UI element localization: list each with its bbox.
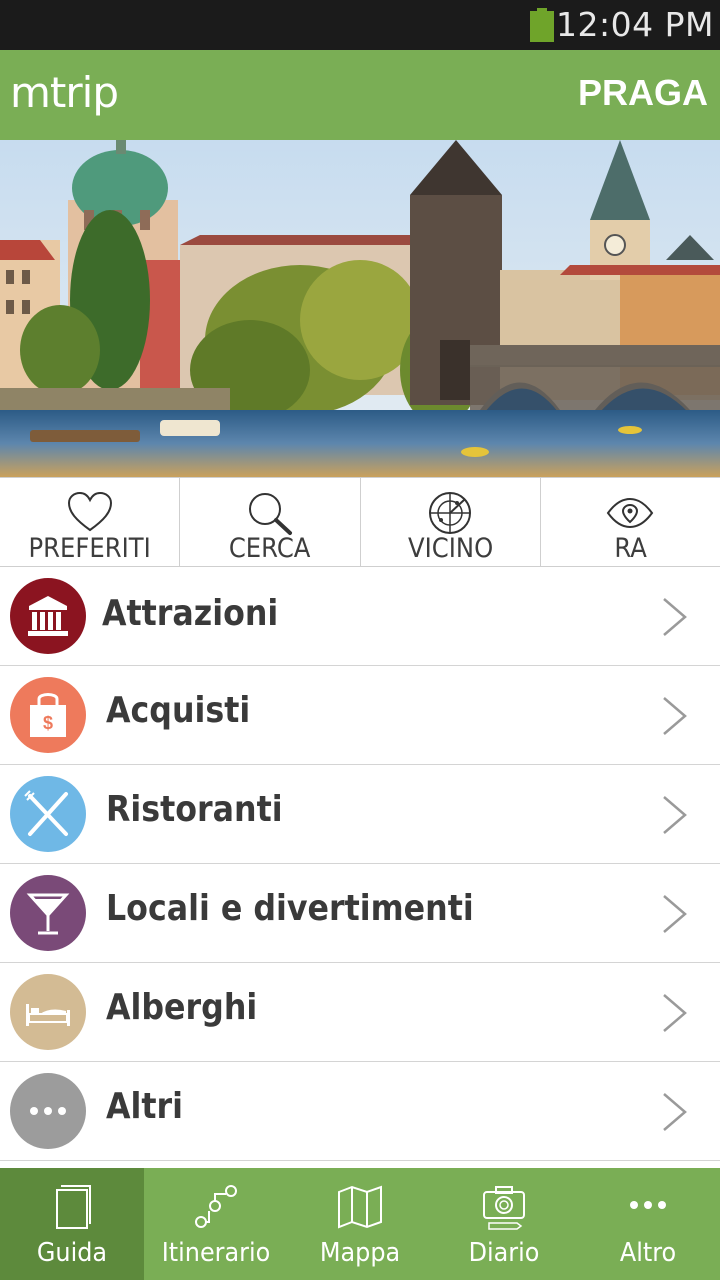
- status-bar: 12:04 PM: [0, 0, 720, 50]
- category-list: Attrazioni $ Acquisti Ristoranti Locali …: [0, 567, 720, 1161]
- favorites-button[interactable]: PREFERITI: [0, 478, 181, 566]
- search-button[interactable]: CERCA: [180, 478, 361, 566]
- chevron-right-icon: [663, 697, 687, 735]
- bottom-tab-bar: Guida Itinerario Mappa Diario Altro: [0, 1168, 720, 1280]
- app-logo: mtrip: [10, 68, 119, 117]
- category-icon-bg: [10, 875, 86, 951]
- svg-text:$: $: [43, 713, 53, 733]
- tab-label: Altro: [619, 1238, 677, 1268]
- category-label: Attrazioni: [102, 593, 279, 634]
- tab-altro[interactable]: Altro: [576, 1168, 720, 1280]
- shopping-bag-icon: $: [30, 693, 66, 737]
- chevron-right-icon: [663, 994, 687, 1032]
- fork-knife-icon: [24, 790, 68, 836]
- chevron-right-icon: [663, 598, 687, 636]
- camera-icon: [483, 1186, 525, 1230]
- search-label: CERCA: [229, 533, 311, 564]
- bed-icon: [26, 1004, 70, 1026]
- favorites-label: PREFERITI: [28, 533, 151, 564]
- category-label: Alberghi: [106, 987, 258, 1028]
- museum-icon: [28, 596, 68, 636]
- category-icon-bg: [10, 974, 86, 1050]
- category-row-restaurants[interactable]: Ristoranti: [0, 765, 720, 864]
- category-row-hotels[interactable]: Alberghi: [0, 963, 720, 1062]
- map-icon: [338, 1185, 382, 1229]
- category-row-attractions[interactable]: Attrazioni: [0, 567, 720, 666]
- tab-label: Diario: [468, 1238, 540, 1268]
- heart-icon: [67, 491, 112, 532]
- app-header: mtrip PRAGA: [0, 50, 720, 140]
- ar-label: RA: [614, 533, 647, 564]
- category-row-shopping[interactable]: $ Acquisti: [0, 666, 720, 765]
- city-hero-image: [0, 140, 720, 477]
- category-icon-bg: $: [10, 677, 86, 753]
- category-icon-bg: [10, 1073, 86, 1149]
- more-icon: [30, 1107, 66, 1115]
- nearby-button[interactable]: VICINO: [361, 478, 541, 566]
- status-clock: 12:04 PM: [556, 5, 714, 44]
- tab-diario[interactable]: Diario: [432, 1168, 576, 1280]
- cocktail-icon: [26, 893, 70, 935]
- tab-mappa[interactable]: Mappa: [288, 1168, 432, 1280]
- category-label: Altri: [106, 1086, 184, 1127]
- tab-guida[interactable]: Guida: [0, 1168, 144, 1280]
- book-icon: [56, 1185, 91, 1229]
- category-icon-bg: [10, 776, 86, 852]
- tab-label: Mappa: [319, 1238, 401, 1268]
- city-selector[interactable]: PRAGA: [578, 72, 708, 114]
- tab-label: Guida: [36, 1238, 108, 1268]
- eye-location-icon: [607, 497, 654, 529]
- tab-label: Itinerario: [161, 1238, 271, 1268]
- chevron-right-icon: [663, 796, 687, 834]
- route-icon: [195, 1185, 237, 1228]
- category-label: Acquisti: [106, 690, 251, 731]
- category-icon-bg: [10, 578, 86, 654]
- chevron-right-icon: [663, 1093, 687, 1131]
- tab-itinerario[interactable]: Itinerario: [144, 1168, 288, 1280]
- category-row-nightlife[interactable]: Locali e divertimenti: [0, 864, 720, 963]
- more-icon: [630, 1201, 666, 1209]
- chevron-right-icon: [663, 895, 687, 933]
- radar-icon: [429, 492, 472, 534]
- battery-icon: [530, 8, 554, 42]
- search-icon: [248, 493, 292, 535]
- category-row-others[interactable]: Altri: [0, 1062, 720, 1161]
- category-label: Locali e divertimenti: [106, 888, 474, 929]
- category-label: Ristoranti: [106, 789, 283, 830]
- quick-tools-bar: PREFERITI CERCA VICINO RA: [0, 477, 720, 567]
- nearby-label: VICINO: [407, 533, 493, 564]
- ar-button[interactable]: RA: [541, 478, 720, 566]
